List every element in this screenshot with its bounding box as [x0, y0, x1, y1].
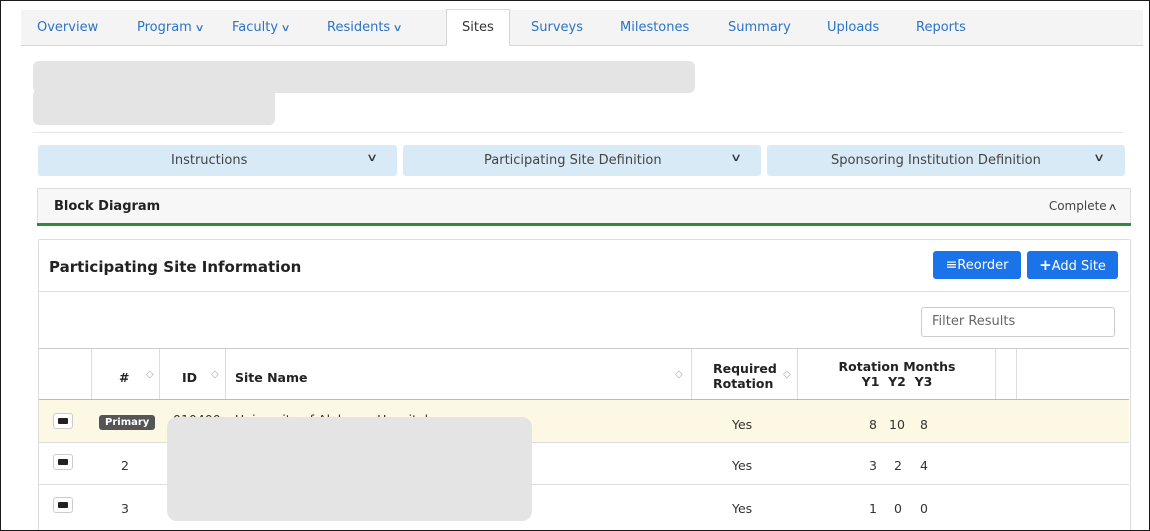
tab-sites[interactable]: Sites	[446, 9, 510, 46]
divider	[33, 132, 1123, 133]
required-rotation-value: Yes	[732, 501, 753, 516]
block-diagram-title: Block Diagram	[54, 199, 161, 214]
tab-uploads[interactable]: Uploads	[827, 10, 879, 45]
details-card-icon[interactable]	[53, 413, 73, 429]
column-header-required-rotation[interactable]: Required Rotation	[713, 361, 777, 391]
sponsoring-institution-definition-label: Sponsoring Institution Definition	[831, 153, 1041, 168]
tab-milestones[interactable]: Milestones	[620, 10, 689, 45]
divider	[91, 349, 92, 399]
reorder-button[interactable]: ≡Reorder	[933, 251, 1021, 279]
divider	[691, 349, 692, 399]
chevron-down-icon: ∨	[194, 23, 205, 34]
app-frame: Overview Program ∨ Faculty ∨ Residents ∨ Si…	[0, 0, 1150, 531]
details-card-icon[interactable]	[53, 454, 73, 470]
required-rotation-value: Yes	[732, 458, 753, 473]
rotation-y2: 10	[889, 417, 905, 432]
participating-site-definition-label: Participating Site Definition	[484, 153, 662, 168]
instructions-label: Instructions	[171, 153, 248, 168]
block-diagram-status[interactable]: Complete∧	[1049, 189, 1118, 225]
add-site-button[interactable]: +Add Site	[1027, 251, 1118, 279]
chevron-down-icon: ∨	[1092, 151, 1106, 164]
rotation-y2: 0	[894, 501, 902, 516]
tab-program[interactable]: Program ∨	[137, 10, 205, 45]
chevron-down-icon: ∨	[392, 23, 403, 34]
divider	[1016, 349, 1017, 399]
redacted-site-details	[167, 417, 532, 521]
column-header-site-name[interactable]: Site Name	[235, 370, 308, 385]
rotation-y3: 4	[920, 458, 928, 473]
main-tab-bar: Overview Program ∨ Faculty ∨ Residents ∨ Si…	[21, 9, 1143, 46]
primary-badge: Primary	[99, 415, 156, 430]
rotation-y1: 3	[869, 458, 877, 473]
column-header-rotation-months: Rotation Months Y1 Y2 Y3	[838, 359, 956, 389]
rotation-y3: 0	[920, 501, 928, 516]
divider	[797, 349, 798, 399]
rotation-y1: 1	[869, 501, 877, 516]
tab-faculty[interactable]: Faculty ∨	[232, 10, 291, 45]
chevron-down-icon: ∨	[729, 151, 743, 164]
complete-status-bar	[37, 223, 1131, 226]
required-rotation-value: Yes	[732, 417, 753, 432]
sort-icon[interactable]: ◇	[211, 369, 219, 380]
rotation-y2: 2	[894, 458, 902, 473]
menu-lines-icon: ≡	[945, 257, 958, 273]
tab-overview[interactable]: Overview	[37, 10, 98, 45]
participating-sites-title: Participating Site Information	[49, 258, 302, 276]
details-card-icon[interactable]	[53, 497, 73, 513]
chevron-up-icon: ∧	[1107, 202, 1118, 213]
block-diagram-panel[interactable]: Block Diagram Complete∧	[37, 188, 1131, 226]
column-header-id[interactable]: ID	[182, 370, 197, 385]
divider	[225, 349, 226, 399]
row-number: 3	[121, 501, 129, 516]
plus-icon: +	[1039, 256, 1052, 274]
instructions-accordion[interactable]: Instructions ∨	[38, 145, 397, 176]
row-number: 2	[121, 458, 129, 473]
participating-site-definition-accordion[interactable]: Participating Site Definition ∨	[403, 145, 761, 176]
sort-icon[interactable]: ◇	[675, 369, 683, 380]
divider	[159, 349, 160, 399]
divider	[995, 349, 996, 399]
rotation-y1: 8	[869, 417, 877, 432]
sponsoring-institution-definition-accordion[interactable]: Sponsoring Institution Definition ∨	[767, 145, 1125, 176]
chevron-down-icon: ∨	[280, 23, 291, 34]
redacted-program-subtitle	[33, 89, 275, 125]
sort-icon[interactable]: ◇	[146, 369, 154, 380]
column-header-number[interactable]: #	[119, 370, 129, 385]
chevron-down-icon: ∨	[365, 151, 379, 164]
rotation-y3: 8	[920, 417, 928, 432]
table-top-border	[39, 348, 1129, 349]
tab-reports[interactable]: Reports	[916, 10, 966, 45]
sort-icon[interactable]: ◇	[783, 369, 791, 380]
divider	[39, 291, 1129, 292]
tab-summary[interactable]: Summary	[728, 10, 791, 45]
tab-surveys[interactable]: Surveys	[531, 10, 583, 45]
filter-results-input[interactable]: Filter Results	[921, 307, 1115, 337]
tab-residents[interactable]: Residents ∨	[327, 10, 403, 45]
